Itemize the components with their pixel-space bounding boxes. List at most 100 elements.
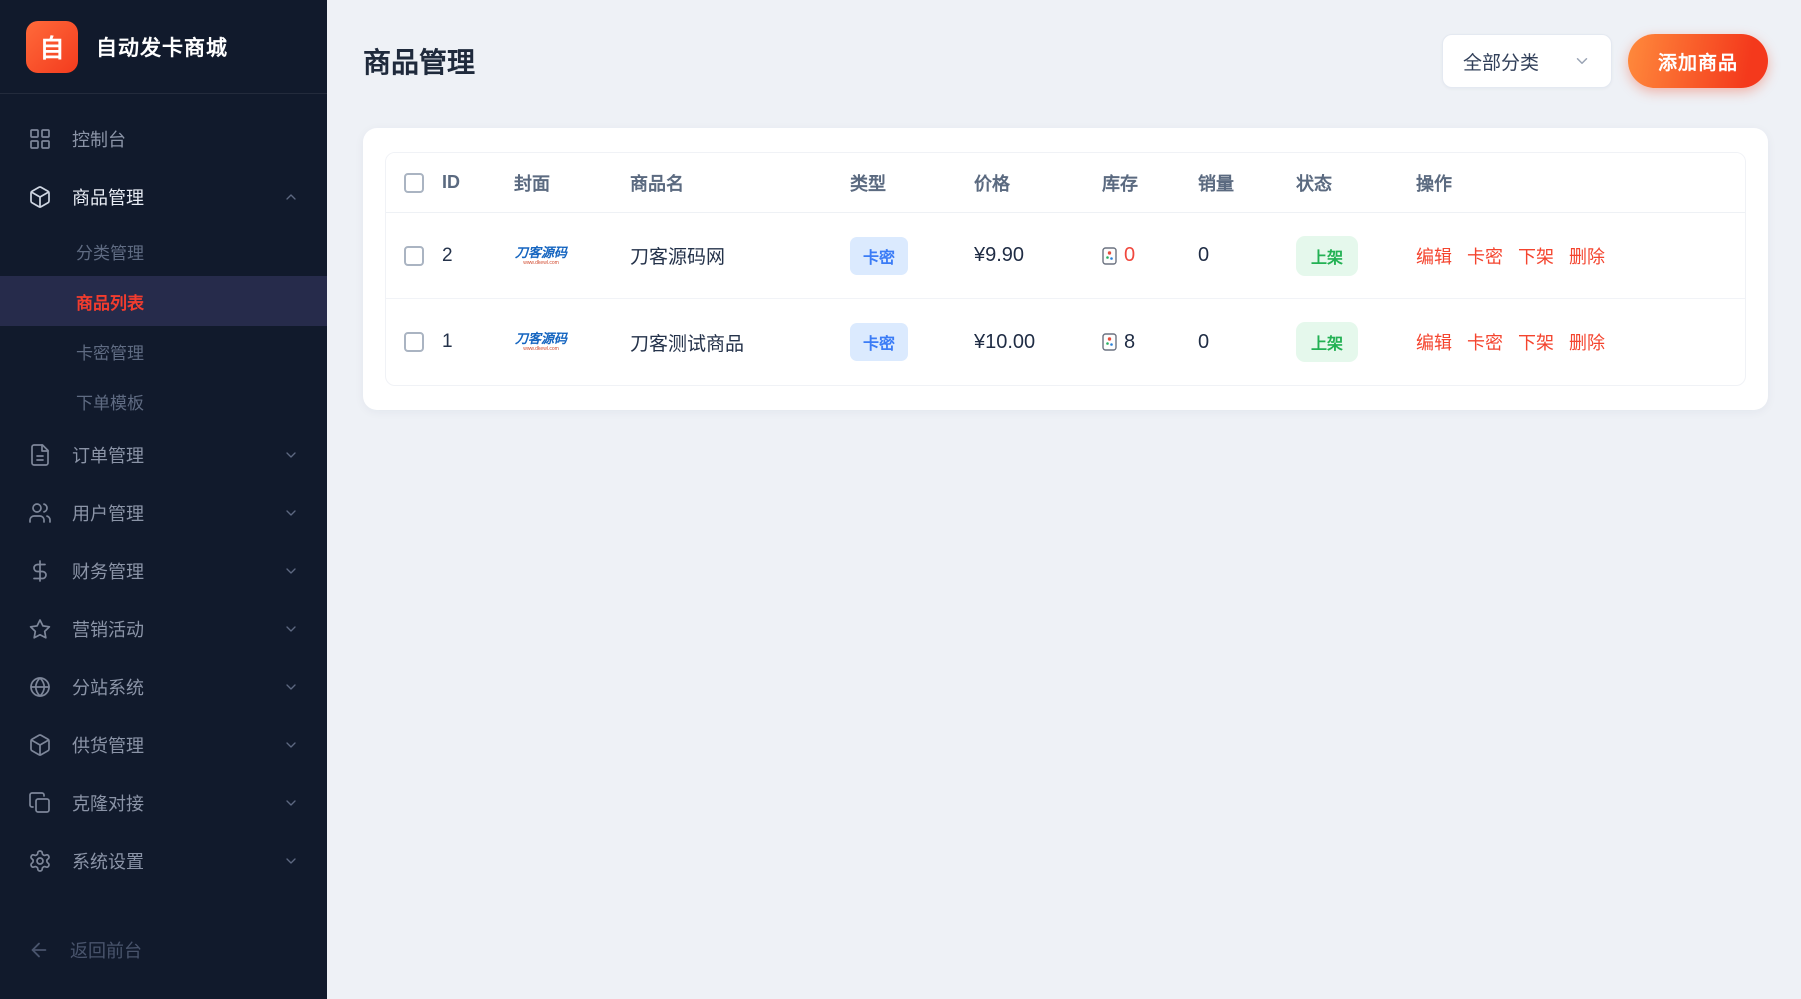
card-stock-icon	[1102, 333, 1117, 351]
cover-logo-text: 刀客源码	[515, 332, 567, 345]
sidebar-item-products[interactable]: 商品管理	[0, 168, 327, 226]
cube-icon	[28, 733, 52, 757]
brand-name: 自动发卡商城	[96, 32, 228, 62]
sidebar-item-label: 供货管理	[72, 732, 144, 758]
column-header-status: 状态	[1296, 170, 1416, 196]
sidebar-item-label: 用户管理	[72, 500, 144, 526]
sidebar-item-label: 系统设置	[72, 848, 144, 874]
arrow-left-icon	[28, 939, 50, 961]
brand-logo: 自	[26, 21, 78, 73]
cube-icon	[28, 185, 52, 209]
cover-logo-text: 刀客源码	[515, 246, 567, 259]
back-to-frontend-link[interactable]: 返回前台	[0, 923, 327, 977]
sidebar: 自 自动发卡商城 控制台 商品管理 分类管理 商品列表 卡密管理 下单模板	[0, 0, 327, 999]
chevron-down-icon	[283, 795, 299, 811]
column-header-sales: 销量	[1198, 170, 1296, 196]
cell-price: ¥10.00	[974, 331, 1102, 354]
chevron-up-icon	[283, 189, 299, 205]
document-icon	[28, 443, 52, 467]
sidebar-item-substation[interactable]: 分站系统	[0, 658, 327, 716]
gear-icon	[28, 849, 52, 873]
cell-stock: 8	[1102, 331, 1198, 354]
column-header-type: 类型	[850, 170, 974, 196]
star-icon	[28, 617, 52, 641]
sidebar-item-dashboard[interactable]: 控制台	[0, 110, 327, 168]
row-checkbox[interactable]	[404, 332, 424, 352]
chevron-down-icon	[283, 447, 299, 463]
cell-product-name: 刀客测试商品	[630, 329, 850, 356]
sidebar-nav: 控制台 商品管理 分类管理 商品列表 卡密管理 下单模板 订单管理	[0, 94, 327, 890]
delete-action-link[interactable]: 删除	[1569, 329, 1605, 355]
sidebar-item-label: 控制台	[72, 126, 126, 152]
status-badge: 上架	[1296, 322, 1358, 362]
sidebar-item-users[interactable]: 用户管理	[0, 484, 327, 542]
select-all-checkbox[interactable]	[404, 173, 424, 193]
sidebar-item-label: 财务管理	[72, 558, 144, 584]
row-checkbox[interactable]	[404, 246, 424, 266]
table-row: 1 刀客源码 www.dkewl.com 刀客测试商品 卡密 ¥10.00 8 …	[386, 299, 1745, 385]
cardkey-action-link[interactable]: 卡密	[1467, 329, 1503, 355]
cell-sales: 0	[1198, 331, 1296, 354]
sidebar-item-supply[interactable]: 供货管理	[0, 716, 327, 774]
status-badge: 上架	[1296, 236, 1358, 276]
sidebar-item-label: 营销活动	[72, 616, 144, 642]
column-header-id: ID	[442, 172, 514, 193]
sidebar-subitem-card-keys[interactable]: 卡密管理	[0, 326, 327, 376]
chevron-down-icon	[283, 853, 299, 869]
product-cover-image: 刀客源码 www.dkewl.com	[514, 315, 568, 369]
sidebar-subitem-product-list[interactable]: 商品列表	[0, 276, 327, 326]
sidebar-item-settings[interactable]: 系统设置	[0, 832, 327, 890]
sidebar-item-label: 商品管理	[72, 184, 144, 210]
globe-icon	[28, 675, 52, 699]
sidebar-item-label: 分站系统	[72, 674, 144, 700]
copy-icon	[28, 791, 52, 815]
dollar-icon	[28, 559, 52, 583]
chevron-down-icon	[283, 505, 299, 521]
column-header-cover: 封面	[514, 170, 630, 196]
back-to-frontend-label: 返回前台	[70, 937, 142, 963]
page-header: 商品管理 全部分类 添加商品	[363, 34, 1768, 88]
products-card: ID 封面 商品名 类型 价格 库存 销量 状态 操作 2 刀客源码 www.d…	[363, 128, 1768, 410]
product-cover-image: 刀客源码 www.dkewl.com	[514, 229, 568, 283]
unlist-action-link[interactable]: 下架	[1518, 329, 1554, 355]
sidebar-subitem-order-template[interactable]: 下单模板	[0, 376, 327, 426]
column-header-price: 价格	[974, 170, 1102, 196]
edit-action-link[interactable]: 编辑	[1416, 243, 1452, 269]
sidebar-subitem-categories[interactable]: 分类管理	[0, 226, 327, 276]
add-product-button[interactable]: 添加商品	[1628, 34, 1768, 88]
table-header-row: ID 封面 商品名 类型 价格 库存 销量 状态 操作	[386, 153, 1745, 213]
chevron-down-icon	[1573, 52, 1591, 70]
page-title: 商品管理	[363, 41, 475, 81]
cover-logo-url: www.dkewl.com	[523, 347, 559, 352]
chevron-down-icon	[283, 737, 299, 753]
sidebar-item-marketing[interactable]: 营销活动	[0, 600, 327, 658]
cell-id: 2	[442, 245, 514, 267]
cell-id: 1	[442, 331, 514, 353]
sidebar-item-label: 订单管理	[72, 442, 144, 468]
dashboard-icon	[28, 127, 52, 151]
header-controls: 全部分类 添加商品	[1442, 34, 1768, 88]
cell-stock: 0	[1102, 244, 1198, 267]
sidebar-item-orders[interactable]: 订单管理	[0, 426, 327, 484]
main-content: 商品管理 全部分类 添加商品 ID 封面 商品名 类型 价格 库存 销量	[327, 0, 1801, 999]
delete-action-link[interactable]: 删除	[1569, 243, 1605, 269]
products-table: ID 封面 商品名 类型 价格 库存 销量 状态 操作 2 刀客源码 www.d…	[385, 152, 1746, 386]
sidebar-item-clone[interactable]: 克隆对接	[0, 774, 327, 832]
edit-action-link[interactable]: 编辑	[1416, 329, 1452, 355]
column-header-stock: 库存	[1102, 170, 1198, 196]
card-stock-icon	[1102, 247, 1117, 265]
cell-actions: 编辑 卡密 下架 删除	[1416, 243, 1745, 269]
category-filter-select[interactable]: 全部分类	[1442, 34, 1612, 88]
table-row: 2 刀客源码 www.dkewl.com 刀客源码网 卡密 ¥9.90 0 0	[386, 213, 1745, 299]
type-badge: 卡密	[850, 323, 908, 361]
stock-number: 8	[1124, 331, 1135, 354]
column-header-actions: 操作	[1416, 170, 1745, 196]
chevron-down-icon	[283, 563, 299, 579]
sidebar-item-finance[interactable]: 财务管理	[0, 542, 327, 600]
cell-product-name: 刀客源码网	[630, 242, 850, 269]
type-badge: 卡密	[850, 237, 908, 275]
cover-logo-url: www.dkewl.com	[523, 261, 559, 266]
unlist-action-link[interactable]: 下架	[1518, 243, 1554, 269]
cardkey-action-link[interactable]: 卡密	[1467, 243, 1503, 269]
brand: 自 自动发卡商城	[0, 0, 327, 94]
